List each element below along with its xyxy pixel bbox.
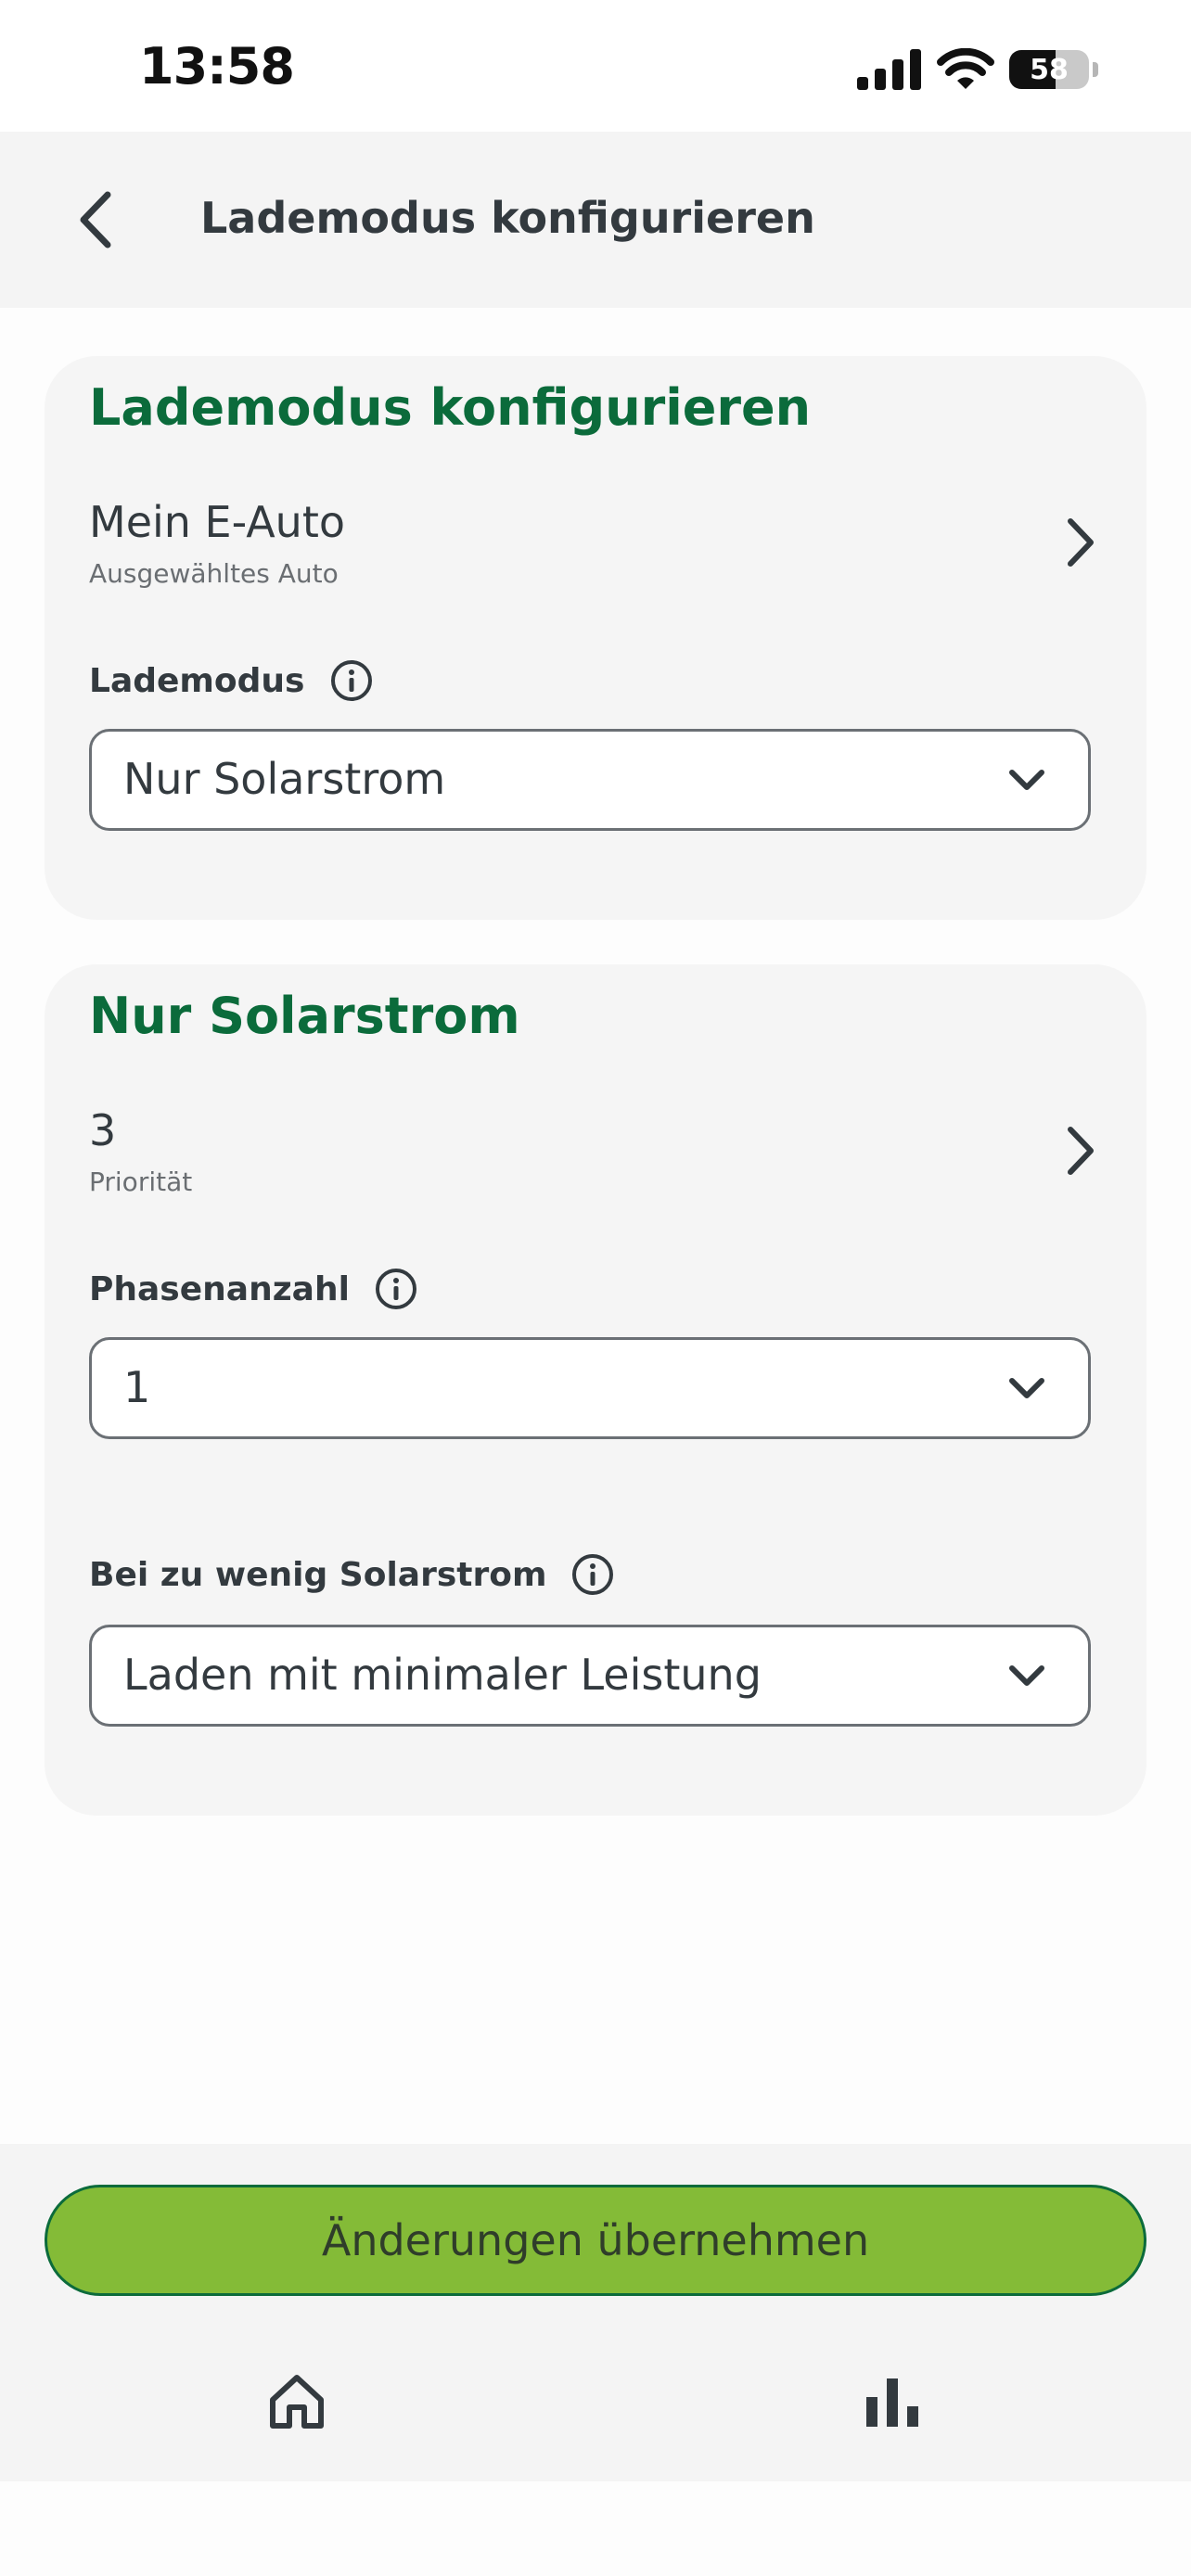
wifi-icon [937,48,994,89]
priority-row[interactable]: 3 Priorität [89,1105,1102,1207]
priority-value: 3 [89,1105,117,1155]
low-solar-label-text: Bei zu wenig Solarstrom [89,1555,547,1594]
chevron-right-icon [1068,1127,1094,1175]
bottom-bar: Änderungen übernehmen [0,2144,1191,2481]
phases-label: Phasenanzahl [89,1267,418,1311]
low-solar-label: Bei zu wenig Solarstrom [89,1552,615,1597]
status-icons: 58 [857,46,1098,93]
phases-select[interactable]: 1 [89,1337,1091,1439]
priority-caption: Priorität [89,1167,193,1197]
app-header: Lademodus konfigurieren [0,132,1191,308]
charging-mode-select[interactable]: Nur Solarstrom [89,729,1091,831]
phases-selected: 1 [123,1362,151,1412]
home-icon [270,2375,324,2429]
battery-icon: 58 [1009,50,1089,89]
chevron-right-icon [1068,518,1094,567]
apply-changes-label: Änderungen übernehmen [321,2215,870,2265]
low-solar-selected: Laden mit minimaler Leistung [123,1650,762,1700]
mode-settings-card: Nur Solarstrom 3 Priorität Phasenanzahl … [45,964,1146,1816]
info-icon[interactable] [329,658,374,703]
tab-home[interactable] [260,2365,334,2439]
charging-mode-selected: Nur Solarstrom [123,754,446,804]
back-button[interactable] [58,180,132,260]
page-title: Lademodus konfigurieren [200,193,815,243]
selected-car-row[interactable]: Mein E-Auto Ausgewähltes Auto [89,497,1102,599]
config-card-title: Lademodus konfigurieren [89,378,812,437]
status-time: 13:58 [139,37,295,96]
battery-percent: 58 [1030,53,1069,86]
selected-car-caption: Ausgewähltes Auto [89,558,339,589]
apply-changes-button[interactable]: Änderungen übernehmen [45,2185,1146,2296]
status-bar: 13:58 58 [0,0,1191,132]
info-icon[interactable] [374,1267,418,1311]
cellular-signal-icon [857,49,921,90]
mode-settings-title: Nur Solarstrom [89,987,520,1045]
chevron-down-icon [1009,770,1044,790]
battery-cap [1093,62,1098,77]
chevron-down-icon [1009,1378,1044,1398]
bar-chart-icon [866,2378,918,2427]
phases-label-text: Phasenanzahl [89,1269,350,1308]
charging-mode-label-text: Lademodus [89,661,305,700]
low-solar-select[interactable]: Laden mit minimaler Leistung [89,1625,1091,1727]
charging-mode-label: Lademodus [89,658,374,703]
info-icon[interactable] [570,1552,615,1597]
chevron-down-icon [1009,1665,1044,1686]
tab-statistics[interactable] [855,2365,929,2439]
chevron-left-icon [80,191,111,249]
config-card: Lademodus konfigurieren Mein E-Auto Ausg… [45,356,1146,920]
selected-car-value: Mein E-Auto [89,497,345,547]
